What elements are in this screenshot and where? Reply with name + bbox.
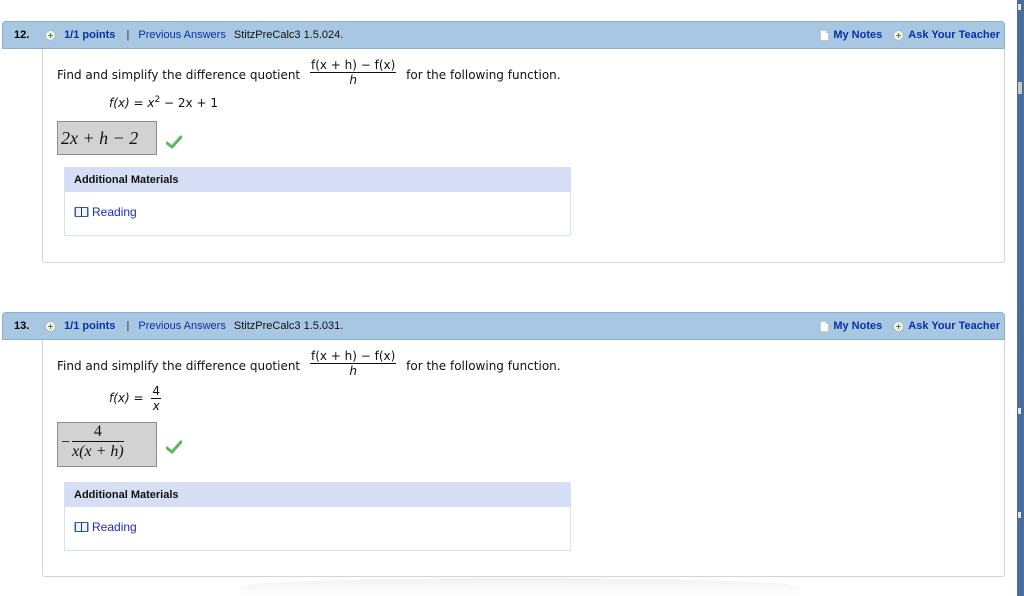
answer-value: 2x + h − 2: [61, 128, 139, 148]
edge-marker: [1018, 4, 1021, 10]
question-prompt: Find and simplify the difference quotien…: [57, 349, 561, 381]
answer-field[interactable]: 2x + h − 2: [57, 121, 157, 155]
quotient-numerator: f(x + h) − f(x): [309, 58, 397, 73]
question-header: 13. 1/1 points | Previous Answers StitzP…: [2, 312, 1005, 340]
ask-your-teacher-link[interactable]: Ask Your Teacher: [908, 29, 1000, 41]
plus-icon: [893, 29, 905, 41]
correct-check-icon: [166, 135, 182, 149]
note-icon: [820, 29, 830, 41]
materials-header: Additional Materials: [65, 483, 570, 507]
question-number: 12.: [14, 29, 30, 41]
page-shadow: [240, 578, 800, 596]
function-lhs: f(x) =: [109, 391, 148, 405]
quotient-denominator: h: [349, 73, 357, 87]
book-icon: [74, 207, 89, 217]
question-prompt: Find and simplify the difference quotien…: [57, 58, 561, 90]
prompt-text: Find and simplify the difference quotien…: [57, 68, 301, 82]
question-source: StitzPreCalc3 1.5.031.: [233, 320, 344, 332]
expand-plus-icon[interactable]: [45, 29, 56, 41]
materials-header: Additional Materials: [65, 168, 570, 192]
answer-sign: −: [61, 433, 71, 451]
question-13: 13. 1/1 points | Previous Answers StitzP…: [2, 312, 1005, 577]
difference-quotient: f(x + h) − f(x) h: [309, 349, 397, 378]
function-definition: f(x) = x2 − 2x + 1: [109, 95, 218, 110]
window-edge-strip: [1017, 0, 1024, 596]
previous-answers-link[interactable]: Previous Answers: [138, 320, 225, 332]
scroll-knob[interactable]: [1018, 82, 1022, 94]
additional-materials: Additional Materials Reading: [64, 167, 571, 236]
function-numerator: 4: [151, 384, 162, 399]
answer-numerator: 4: [72, 423, 124, 442]
expand-plus-icon[interactable]: [45, 320, 56, 332]
reading-label: Reading: [92, 205, 137, 219]
function-fraction: 4x: [151, 384, 162, 413]
note-icon: [820, 320, 830, 332]
difference-quotient: f(x + h) − f(x) h: [309, 58, 397, 87]
reading-link[interactable]: Reading: [74, 520, 137, 534]
quotient-denominator: h: [349, 364, 357, 378]
answer-denominator: x(x + h): [72, 443, 124, 460]
function-denominator: x: [152, 399, 160, 413]
answer-field[interactable]: −4 x(x + h): [57, 422, 157, 467]
prompt-text-end: for the following function.: [406, 68, 561, 82]
points-label: 1/1 points: [64, 320, 116, 332]
function-lhs: f(x) =: [109, 96, 148, 110]
correct-check-icon: [166, 440, 182, 454]
reading-label: Reading: [92, 520, 137, 534]
question-12: 12. 1/1 points | Previous Answers StitzP…: [2, 21, 1005, 263]
prompt-text-end: for the following function.: [406, 359, 561, 373]
question-header: 12. 1/1 points | Previous Answers StitzP…: [2, 21, 1005, 49]
additional-materials: Additional Materials Reading: [64, 482, 571, 551]
quotient-numerator: f(x + h) − f(x): [309, 349, 397, 364]
points-label: 1/1 points: [64, 29, 116, 41]
my-notes-link[interactable]: My Notes: [833, 29, 882, 41]
answer-fraction: 4 x(x + h): [72, 423, 124, 462]
edge-marker: [1018, 512, 1021, 518]
separator: |: [126, 29, 130, 41]
question-source: StitzPreCalc3 1.5.024.: [233, 29, 344, 41]
reading-link[interactable]: Reading: [74, 205, 137, 219]
edge-marker: [1018, 408, 1021, 414]
question-body: Find and simplify the difference quotien…: [42, 49, 1005, 263]
previous-answers-link[interactable]: Previous Answers: [138, 29, 225, 41]
question-number: 13.: [14, 320, 30, 332]
separator: |: [126, 320, 130, 332]
ask-your-teacher-link[interactable]: Ask Your Teacher: [908, 320, 1000, 332]
function-definition: f(x) = 4x: [109, 384, 162, 413]
book-icon: [74, 522, 89, 532]
function-rest: − 2x + 1: [160, 96, 218, 110]
question-body: Find and simplify the difference quotien…: [42, 340, 1005, 577]
plus-icon: [893, 320, 905, 332]
my-notes-link[interactable]: My Notes: [833, 320, 882, 332]
prompt-text: Find and simplify the difference quotien…: [57, 359, 301, 373]
